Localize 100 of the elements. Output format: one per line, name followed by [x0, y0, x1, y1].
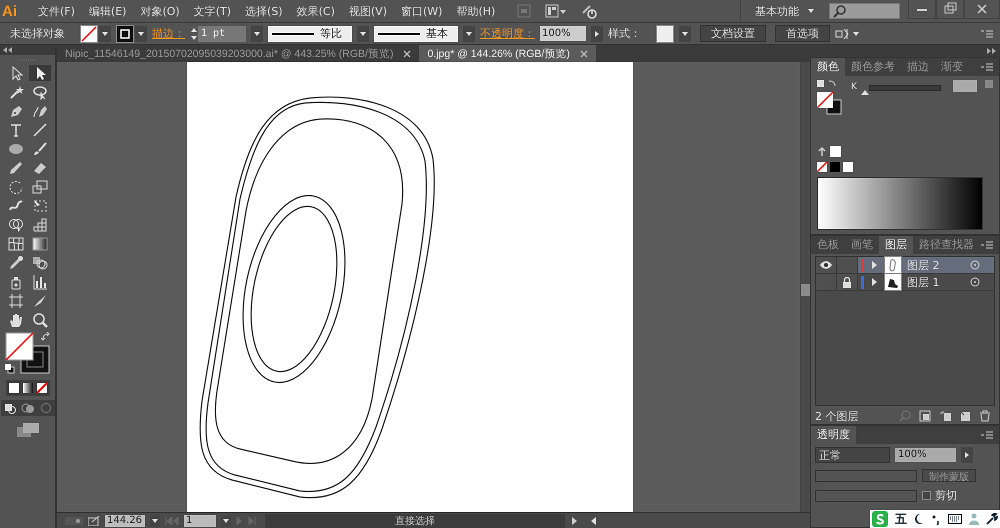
restore-icon[interactable] [936, 0, 964, 19]
blend-mode-dropdown[interactable]: 正常 [815, 447, 890, 463]
menu-item[interactable]: 对象(O) [134, 4, 188, 18]
menu-item[interactable]: 文件(F) [32, 4, 83, 18]
magic-wand-icon[interactable] [8, 84, 24, 100]
new-sublayer-icon[interactable] [939, 410, 951, 422]
color-swatch[interactable] [830, 162, 840, 172]
target-circle-icon[interactable] [970, 277, 980, 287]
eraser-icon[interactable] [32, 160, 48, 176]
panel-menu-icon[interactable] [981, 431, 993, 439]
brush-dropdown[interactable]: 基本 [374, 26, 458, 42]
visibility-toggle[interactable] [816, 257, 837, 273]
document-tab[interactable]: Nipic_11546149_20150702095039203000.ai* @ 443.25% (RGB/预览) [57, 45, 420, 62]
style-swatch[interactable] [656, 24, 674, 42]
gradient-mode-button[interactable] [22, 382, 34, 394]
sync-icon[interactable] [581, 3, 600, 19]
stroke-profile-dropdown[interactable]: 等比 [268, 26, 352, 42]
grip-icon[interactable] [20, 58, 36, 62]
none-mode-button[interactable] [36, 382, 48, 394]
menu-item[interactable]: 效果(C) [290, 4, 343, 18]
dropdown-button[interactable] [463, 26, 475, 42]
panel-menu-icon[interactable] [980, 28, 994, 38]
panel-tab[interactable]: 透明度 [811, 426, 856, 444]
slider-thumb[interactable] [860, 90, 869, 95]
opacity-field[interactable]: 100% [540, 26, 586, 41]
color-mode-button[interactable] [8, 382, 20, 394]
panel-tab[interactable]: 图层 [879, 236, 913, 254]
dropdown-button[interactable] [135, 26, 147, 42]
opacity-link[interactable]: 不透明度： [480, 26, 535, 41]
artboard-icon[interactable] [8, 293, 24, 309]
arrow-button[interactable] [961, 447, 973, 463]
ellipse-icon[interactable] [8, 141, 24, 157]
color-spectrum-bar[interactable] [817, 176, 983, 230]
lock-icon[interactable] [842, 276, 852, 288]
color-swatch[interactable] [843, 162, 853, 172]
perspective-grid-icon[interactable] [32, 217, 48, 233]
clipping-mask-icon[interactable] [919, 410, 931, 422]
stroke-swatch[interactable] [116, 24, 134, 42]
none-swatch[interactable] [817, 162, 827, 172]
panel-tab[interactable]: 渐变 [935, 58, 969, 76]
make-mask-button[interactable]: 制作蒙版 [922, 469, 976, 482]
panel-tab[interactable]: 描边 [901, 58, 935, 76]
moon-icon[interactable] [914, 513, 924, 525]
menu-item[interactable]: 选择(S) [239, 4, 291, 18]
wrench-icon[interactable] [986, 513, 998, 525]
scale-icon[interactable] [32, 179, 48, 195]
vertical-scrollbar[interactable] [800, 62, 810, 512]
channel-value-field[interactable] [953, 80, 977, 92]
play-arrow-icon[interactable] [570, 516, 578, 524]
checkbox[interactable] [922, 491, 931, 500]
rotate-icon[interactable] [8, 179, 24, 195]
stroke-weight-field[interactable]: 1 pt [190, 26, 246, 42]
layer-row[interactable]: 图层 2 [816, 257, 994, 274]
view-toggle-icon[interactable] [65, 516, 83, 526]
default-colors-icon[interactable] [4, 364, 14, 374]
stepper-arrows-icon[interactable] [190, 26, 198, 42]
fill-stroke-swatches[interactable] [4, 332, 50, 374]
menu-item[interactable]: 帮助(H) [450, 4, 504, 18]
document-tab[interactable]: 0.jpg* @ 144.26% (RGB/预览) [419, 45, 596, 62]
close-icon[interactable] [580, 50, 588, 58]
input-mode-label[interactable]: 五 [895, 510, 907, 528]
punctuation-icon[interactable] [931, 513, 941, 525]
new-layer-icon[interactable] [959, 410, 971, 422]
shape-builder-icon[interactable] [8, 217, 24, 233]
scroll-left-icon[interactable] [589, 516, 597, 524]
keyboard-icon[interactable] [948, 514, 962, 524]
lock-toggle[interactable] [837, 257, 858, 273]
opacity-field[interactable]: 100% [895, 448, 956, 462]
search-field[interactable] [829, 3, 900, 19]
panel-tab[interactable]: 颜色参考 [845, 58, 901, 76]
hand-icon[interactable] [8, 312, 24, 328]
stroke-link[interactable]: 描边： [152, 26, 185, 41]
paintbrush-icon[interactable] [32, 141, 48, 157]
eyedropper-icon[interactable] [8, 255, 24, 271]
blend-icon[interactable] [32, 255, 48, 271]
dropdown-button[interactable] [150, 514, 160, 526]
panel-tab[interactable]: 颜色 [811, 58, 845, 76]
collapse-icon[interactable] [3, 47, 13, 53]
menu-item[interactable]: 窗口(W) [394, 4, 450, 18]
dropdown-button[interactable] [357, 26, 369, 42]
fill-stroke-swatches[interactable] [817, 80, 843, 116]
trash-icon[interactable] [979, 410, 991, 422]
scrollbar-thumb[interactable] [801, 284, 810, 296]
draw-behind-icon[interactable] [20, 402, 34, 414]
close-icon[interactable] [403, 50, 412, 58]
screen-mode-icon[interactable] [16, 422, 40, 438]
lasso-icon[interactable] [32, 84, 48, 100]
gradient-icon[interactable] [32, 236, 48, 252]
knife-icon[interactable] [32, 293, 48, 309]
last-color-icon[interactable] [817, 146, 827, 156]
expand-triangle-icon[interactable] [870, 278, 878, 286]
layer-name[interactable]: 图层 1 [907, 274, 940, 290]
draw-normal-icon[interactable] [2, 402, 16, 414]
close-icon[interactable] [964, 0, 1000, 19]
arrow-button[interactable] [591, 26, 603, 42]
input-method-logo-icon[interactable] [872, 511, 888, 527]
menu-item[interactable]: 编辑(E) [82, 4, 134, 18]
dropdown-button[interactable] [221, 514, 231, 526]
mesh-icon[interactable] [8, 236, 24, 252]
toolbar-button[interactable]: 首选项 [775, 25, 830, 42]
